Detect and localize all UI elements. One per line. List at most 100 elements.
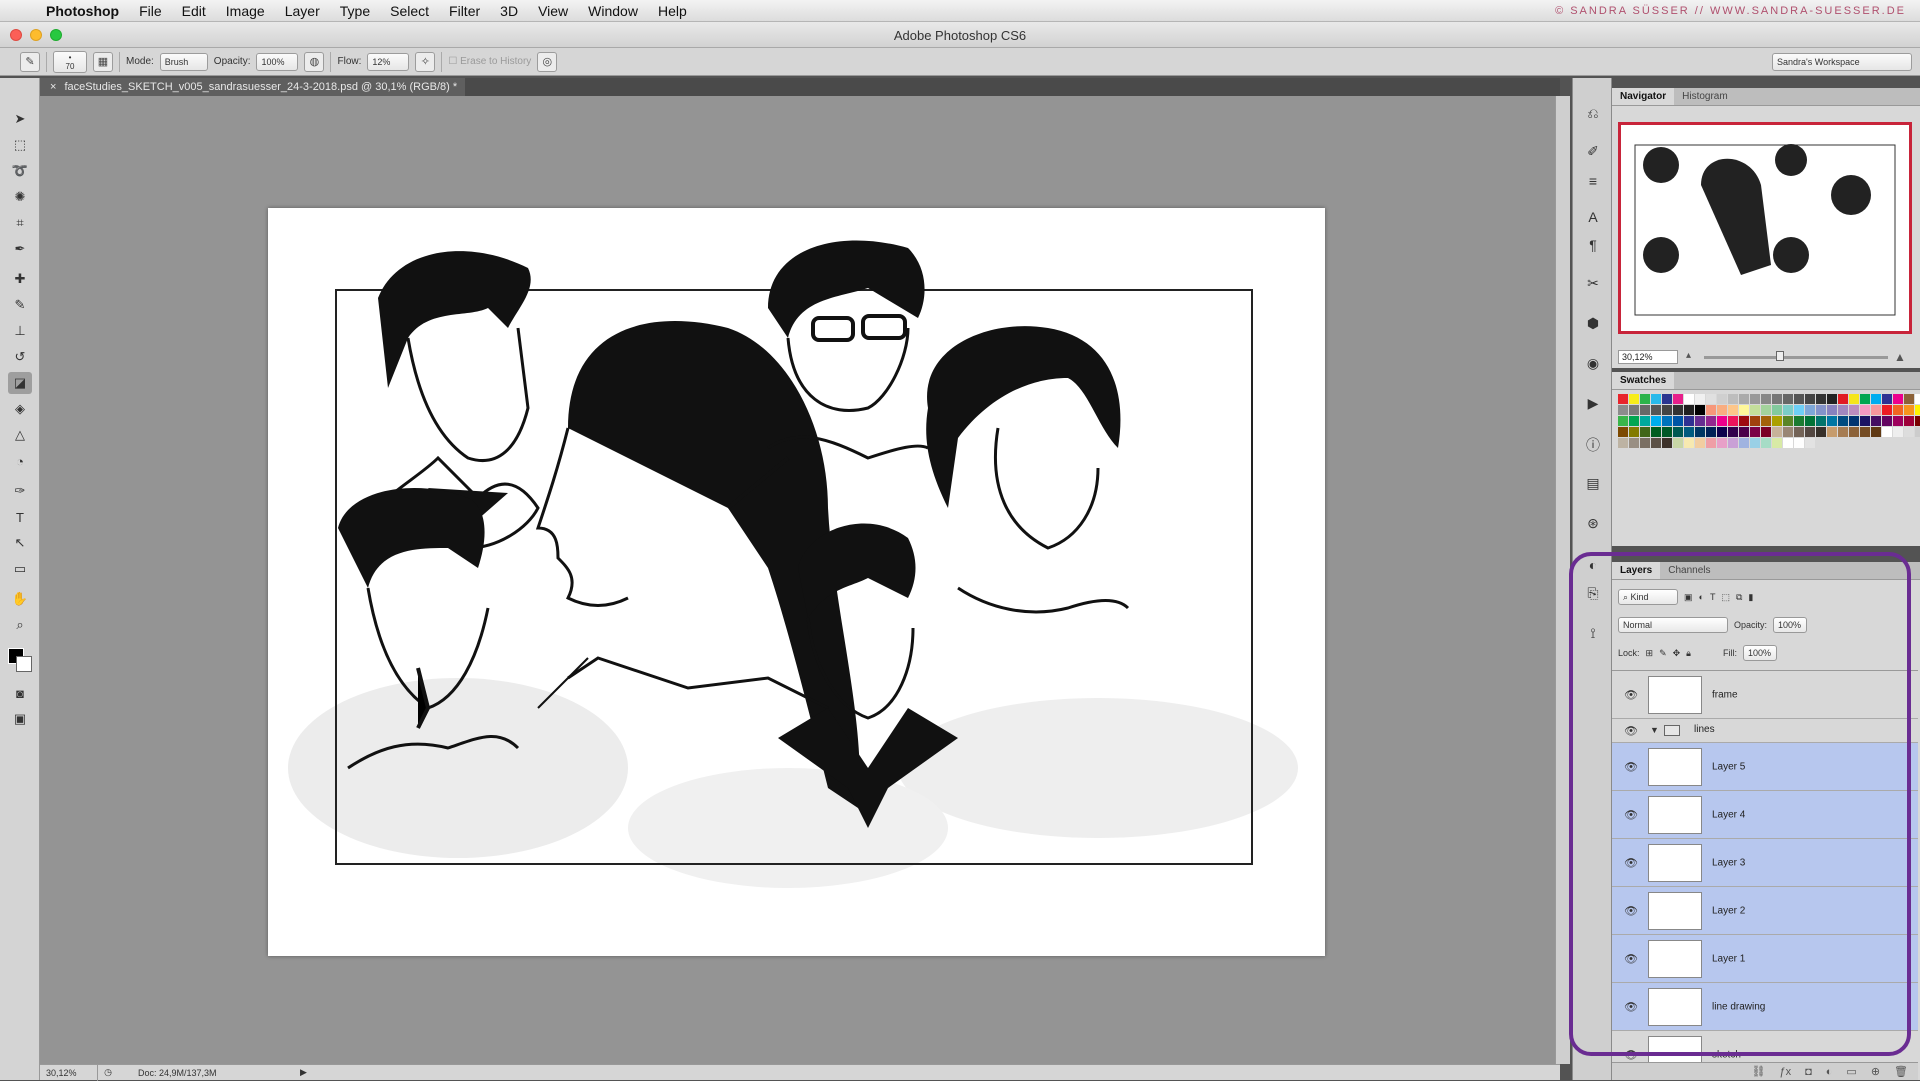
actions-play-icon[interactable]: ▶: [1581, 392, 1605, 414]
color-swatch[interactable]: [1761, 394, 1771, 404]
color-swatch[interactable]: [1662, 427, 1672, 437]
color-swatch[interactable]: [1915, 427, 1920, 437]
layer-style-icon[interactable]: ƒx: [1779, 1066, 1791, 1078]
color-icon[interactable]: ◐: [1581, 554, 1605, 576]
color-swatch[interactable]: [1739, 405, 1749, 415]
color-swatch[interactable]: [1827, 416, 1837, 426]
tab-channels[interactable]: Channels: [1660, 562, 1718, 579]
color-swatch[interactable]: [1816, 405, 1826, 415]
layer-row-layer-4[interactable]: 👁︎ Layer 4: [1612, 791, 1918, 839]
color-swatch[interactable]: [1640, 416, 1650, 426]
color-swatch[interactable]: [1871, 416, 1881, 426]
color-swatch[interactable]: [1860, 394, 1870, 404]
pressure-opacity-icon[interactable]: ◍: [304, 51, 325, 72]
layer-fill-input[interactable]: 100%: [1742, 645, 1777, 661]
color-swatch[interactable]: [1673, 438, 1683, 448]
color-swatch[interactable]: [1640, 405, 1650, 415]
paint-bucket-tool-icon[interactable]: ◈: [8, 398, 32, 420]
color-swatch[interactable]: [1772, 394, 1782, 404]
color-swatch[interactable]: [1750, 438, 1760, 448]
color-swatch[interactable]: [1805, 416, 1815, 426]
color-swatch[interactable]: [1750, 394, 1760, 404]
color-swatch[interactable]: [1728, 438, 1738, 448]
color-swatch[interactable]: [1860, 427, 1870, 437]
clone-source-icon[interactable]: ⎘: [1581, 582, 1605, 604]
color-swatch[interactable]: [1695, 438, 1705, 448]
mode-select[interactable]: Brush: [159, 52, 208, 71]
color-swatch[interactable]: [1794, 394, 1804, 404]
color-swatch[interactable]: [1827, 394, 1837, 404]
color-swatch[interactable]: [1849, 394, 1859, 404]
color-swatch[interactable]: [1695, 416, 1705, 426]
menu-type[interactable]: Type: [330, 0, 380, 22]
chevron-down-icon[interactable]: ▼: [1650, 725, 1659, 735]
eraser-tool-icon[interactable]: ◪: [8, 372, 32, 394]
quick-mask-icon[interactable]: ◙: [8, 682, 32, 704]
color-swatch[interactable]: [1673, 416, 1683, 426]
color-swatch[interactable]: [1772, 427, 1782, 437]
status-info-icon[interactable]: ◷: [98, 1067, 118, 1078]
color-swatch[interactable]: [1783, 405, 1793, 415]
filter-smart-object-icon[interactable]: ⧉: [1736, 592, 1742, 603]
filter-type-icon[interactable]: T: [1710, 592, 1716, 602]
color-swatch[interactable]: [1684, 438, 1694, 448]
eye-icon[interactable]: 👁︎: [1624, 1000, 1638, 1013]
flow-input[interactable]: 12%: [367, 52, 410, 71]
marquee-tool-icon[interactable]: ⬚: [8, 134, 32, 156]
color-swatch[interactable]: [1794, 405, 1804, 415]
menu-3d[interactable]: 3D: [490, 0, 528, 22]
new-layer-icon[interactable]: ⊕: [1871, 1065, 1880, 1078]
styles-icon[interactable]: ⊛: [1581, 512, 1605, 534]
color-swatch[interactable]: [1816, 427, 1826, 437]
status-zoom[interactable]: 30,12%: [40, 1064, 98, 1081]
color-swatch[interactable]: [1629, 405, 1639, 415]
color-swatch[interactable]: [1706, 427, 1716, 437]
color-swatch[interactable]: [1882, 427, 1892, 437]
healing-brush-tool-icon[interactable]: ✚: [8, 268, 32, 290]
color-swatch[interactable]: [1871, 405, 1881, 415]
color-swatch[interactable]: [1827, 405, 1837, 415]
new-group-icon[interactable]: ▭: [1846, 1065, 1856, 1078]
color-swatch[interactable]: [1717, 427, 1727, 437]
layer-row-layer-3[interactable]: 👁︎ Layer 3: [1612, 839, 1918, 887]
color-swatch[interactable]: [1728, 405, 1738, 415]
zoom-out-icon[interactable]: ▴: [1686, 350, 1691, 361]
color-swatch[interactable]: [1739, 416, 1749, 426]
move-tool-icon[interactable]: ➤: [8, 108, 32, 130]
color-swatch[interactable]: [1739, 394, 1749, 404]
color-swatch[interactable]: [1706, 405, 1716, 415]
color-swatch[interactable]: [1618, 438, 1628, 448]
color-swatch[interactable]: [1640, 394, 1650, 404]
lock-all-icon[interactable]: 🔒︎: [1686, 648, 1691, 659]
color-swatch[interactable]: [1761, 405, 1771, 415]
color-swatch[interactable]: [1805, 427, 1815, 437]
color-swatch[interactable]: [1915, 394, 1920, 404]
color-swatch[interactable]: [1618, 416, 1628, 426]
status-arrow-icon[interactable]: ▶: [300, 1067, 307, 1078]
type-tool-icon[interactable]: T: [8, 506, 32, 528]
color-swatch[interactable]: [1805, 405, 1815, 415]
navigator-zoom-slider[interactable]: [1704, 351, 1888, 361]
menu-filter[interactable]: Filter: [439, 0, 490, 22]
history-brush-tool-icon[interactable]: ↺: [8, 346, 32, 368]
color-swatch[interactable]: [1651, 416, 1661, 426]
menu-image[interactable]: Image: [216, 0, 275, 22]
filter-toggle-icon[interactable]: ▮: [1748, 592, 1753, 603]
layer-comps-icon[interactable]: ▤: [1581, 472, 1605, 494]
color-swatch[interactable]: [1629, 416, 1639, 426]
color-swatch[interactable]: [1871, 427, 1881, 437]
eye-icon[interactable]: 👁︎: [1624, 904, 1638, 917]
color-swatch[interactable]: [1882, 416, 1892, 426]
lasso-tool-icon[interactable]: ➰: [8, 160, 32, 182]
color-swatch[interactable]: [1915, 405, 1920, 415]
menu-view[interactable]: View: [528, 0, 578, 22]
color-swatch[interactable]: [1684, 427, 1694, 437]
brush-presets-icon[interactable]: ✐: [1581, 140, 1605, 162]
brush-preset-picker[interactable]: • 70: [53, 50, 87, 73]
lock-position-icon[interactable]: ✥: [1673, 648, 1681, 659]
eye-icon[interactable]: 👁︎: [1624, 808, 1638, 821]
layer-row-layer-5[interactable]: 👁︎ Layer 5: [1612, 743, 1918, 791]
layer-row-sketch[interactable]: 👁︎ sketch: [1612, 1031, 1918, 1062]
color-swatch[interactable]: [1662, 405, 1672, 415]
eye-icon[interactable]: 👁︎: [1624, 952, 1638, 965]
